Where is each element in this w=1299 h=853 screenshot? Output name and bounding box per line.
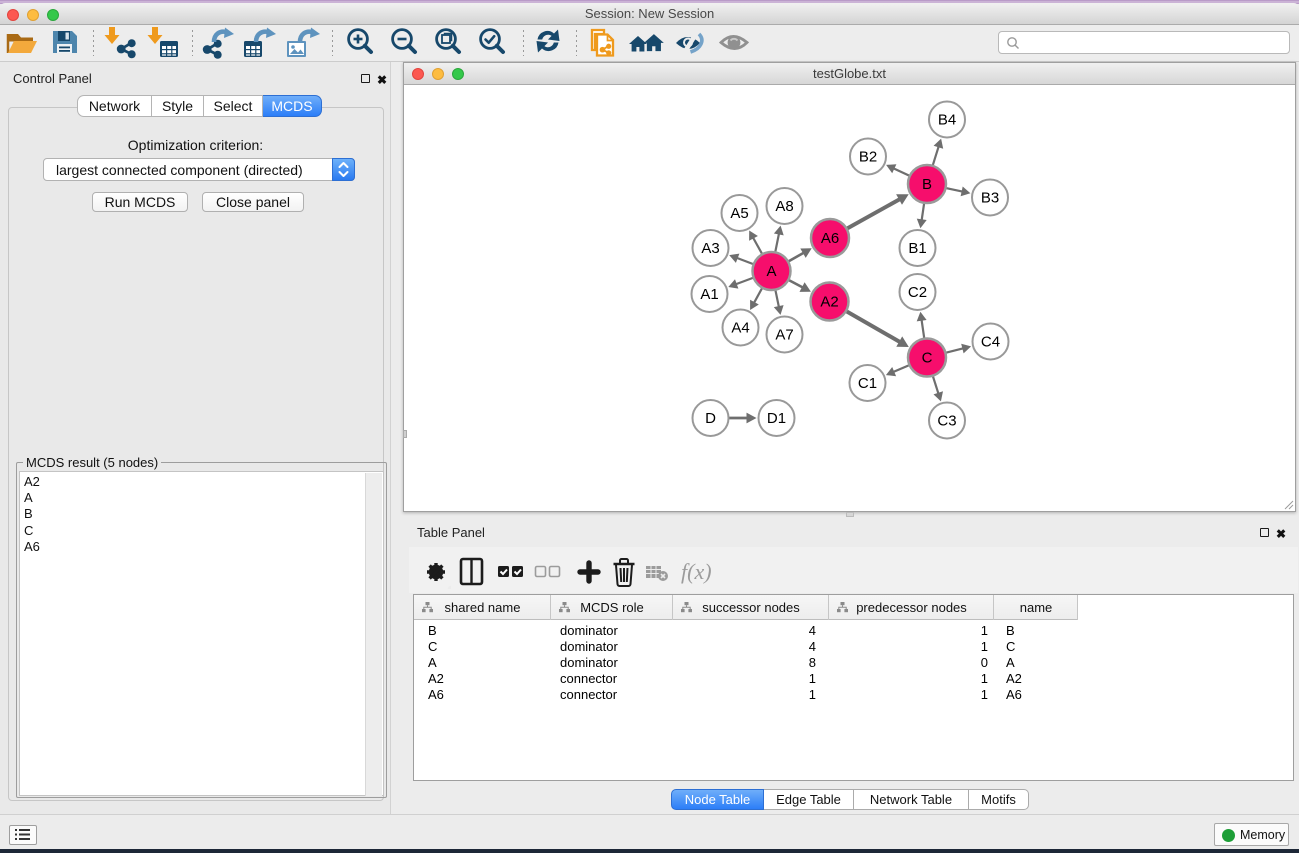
svg-text:C4: C4 [981,334,1000,351]
svg-text:A3: A3 [701,240,719,257]
svg-text:B: B [922,176,932,193]
svg-text:B3: B3 [981,190,999,207]
svg-text:A6: A6 [821,230,839,247]
svg-text:C1: C1 [858,375,877,392]
svg-text:B4: B4 [938,112,956,129]
svg-text:A2: A2 [820,294,838,311]
svg-text:C3: C3 [937,413,956,430]
svg-text:C: C [922,350,933,367]
svg-text:A1: A1 [700,286,718,303]
svg-text:B1: B1 [908,240,926,257]
svg-text:A7: A7 [775,327,793,344]
svg-text:A5: A5 [730,205,748,222]
svg-text:C2: C2 [908,284,927,301]
svg-text:A4: A4 [731,320,749,337]
svg-text:A8: A8 [775,198,793,215]
svg-text:D1: D1 [767,410,786,427]
svg-text:A: A [766,263,776,280]
svg-text:B2: B2 [859,149,877,166]
svg-text:D: D [705,410,716,427]
